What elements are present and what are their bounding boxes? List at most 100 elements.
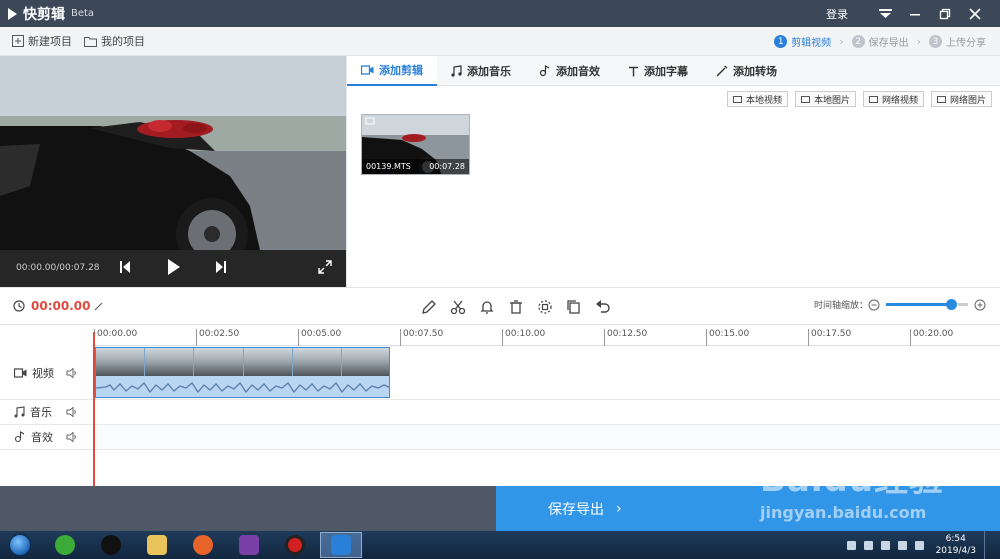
chevron-right-icon: › [916,35,921,48]
playhead[interactable] [93,332,95,486]
title-bar: 快剪辑 Beta 登录 [0,0,1000,27]
image-file-icon [800,95,810,103]
transition-icon [716,65,728,77]
taskbar-app-media[interactable] [228,532,270,558]
taskbar-app-explorer[interactable] [136,532,178,558]
clip-caption: 00139.MTS 00:07.28 [362,159,469,174]
ruler-tick-label: 00:02.50 [196,329,239,346]
undo-icon[interactable] [594,298,612,316]
speaker-icon[interactable] [66,367,77,378]
speaker-icon[interactable] [66,407,77,417]
zoom-in-icon[interactable] [974,299,986,311]
clip-frame [341,348,389,376]
bell-icon[interactable] [478,298,496,316]
clip-frame [96,348,146,376]
copy-icon[interactable] [565,298,583,316]
chevron-right-icon: › [616,500,622,517]
start-button[interactable] [0,531,40,559]
tab-add-music[interactable]: 添加音乐 [437,56,525,86]
next-frame-icon[interactable] [215,260,227,277]
edit-toolbar: 00:00.00 时间轴缩放： [0,287,1000,325]
close-icon[interactable] [960,0,990,27]
video-preview: 00:00.00/00:07.28 [0,56,346,287]
media-panel: 添加剪辑 添加音乐 添加音效 添加字幕 添加转场 本地视频 本地图片 网络视频 [346,56,1000,287]
new-project-button[interactable]: 新建项目 [12,33,72,49]
music-lane[interactable] [94,400,1000,425]
crop-icon[interactable] [536,298,554,316]
speaker-icon[interactable] [66,432,77,442]
timeline-video-clip[interactable] [95,347,390,398]
taskbar-app-qq[interactable] [90,532,132,558]
taskbar-app-recorder[interactable] [274,532,316,558]
tab-label: 添加音效 [556,65,600,78]
pencil-icon[interactable] [420,298,438,316]
record-icon [285,535,305,555]
tab-label: 添加转场 [733,65,777,78]
local-video-button[interactable]: 本地视频 [726,91,788,107]
login-link[interactable]: 登录 [826,6,848,22]
ruler-tick-label: 00:12.50 [604,329,647,346]
network-icon[interactable] [914,540,924,550]
play-icon[interactable] [167,258,181,279]
tab-add-subtitle[interactable]: 添加字幕 [614,56,702,86]
step-number: 1 [774,35,788,48]
fullscreen-icon[interactable] [318,260,332,277]
title-controls: 登录 [826,0,990,27]
source-label: 本地图片 [813,95,850,106]
track-name: 视频 [32,366,54,380]
video-file-icon [732,95,742,103]
taskbar-app-360[interactable] [44,532,86,558]
track-header-sfx: 音效 [0,425,94,450]
battery-icon[interactable] [880,540,890,550]
tab-add-clip[interactable]: 添加剪辑 [347,56,437,86]
volume-icon[interactable] [897,540,907,550]
track-header-video: 视频 [0,346,94,400]
tray-flag-icon[interactable] [863,540,873,550]
maximize-icon[interactable] [930,0,960,27]
tray-app-icon[interactable] [846,540,856,550]
zoom-slider-knob[interactable] [946,299,957,310]
minimize-icon[interactable] [900,0,930,27]
firefox-icon [193,535,213,555]
step-upload-share[interactable]: 3 上传分享 [929,34,986,49]
step-label: 上传分享 [946,38,986,49]
player-controls: 00:00.00/00:07.28 [0,250,346,287]
edit-time-icon[interactable] [94,301,104,311]
media-clip-thumbnail[interactable]: 00139.MTS 00:07.28 [361,114,470,175]
app-beta-tag: Beta [71,8,95,19]
step-save-export[interactable]: 2 保存导出 [851,34,909,49]
track-name: 音乐 [30,406,52,419]
taskbar-app-kuaijianji[interactable] [320,532,362,558]
clip-frame [194,348,244,376]
timeline-zoom: 时间轴缩放： [814,298,986,311]
video-camera-icon [361,65,374,75]
taskbar-clock[interactable]: 6:54 2019/4/3 [936,533,976,557]
current-time-value: 00:00.00 [31,299,91,313]
my-projects-label: 我的项目 [101,35,145,48]
taskbar-app-firefox[interactable] [182,532,224,558]
online-image-button[interactable]: 网络图片 [930,91,992,107]
sfx-lane[interactable] [94,425,1000,450]
sound-effect-icon [14,431,25,443]
track-name: 音效 [31,431,53,444]
prev-frame-icon[interactable] [119,260,131,277]
preview-frame [0,56,346,250]
tab-add-sfx[interactable]: 添加音效 [525,56,614,86]
project-toolbar: 新建项目 我的项目 1 剪辑视频 › 2 保存导出 › 3 上传分享 [0,27,1000,56]
show-desktop-button[interactable] [984,531,994,559]
watermark-url: jingyan.baidu.com [760,503,927,522]
chevron-right-icon: › [839,35,844,48]
trash-icon[interactable] [507,298,525,316]
online-video-button[interactable]: 网络视频 [862,91,924,107]
dropdown-menu-icon[interactable] [870,0,900,27]
local-image-button[interactable]: 本地图片 [794,91,856,107]
step-edit-video[interactable]: 1 剪辑视频 [774,34,831,49]
clip-frame [243,348,293,376]
save-export-label: 保存导出 [548,501,604,518]
tab-add-transition[interactable]: 添加转场 [702,56,791,86]
zoom-out-icon[interactable] [868,299,880,311]
zoom-slider[interactable] [886,299,957,310]
my-projects-button[interactable]: 我的项目 [84,33,145,49]
scissors-icon[interactable] [449,298,467,316]
clip-duration: 00:07.28 [429,162,465,171]
